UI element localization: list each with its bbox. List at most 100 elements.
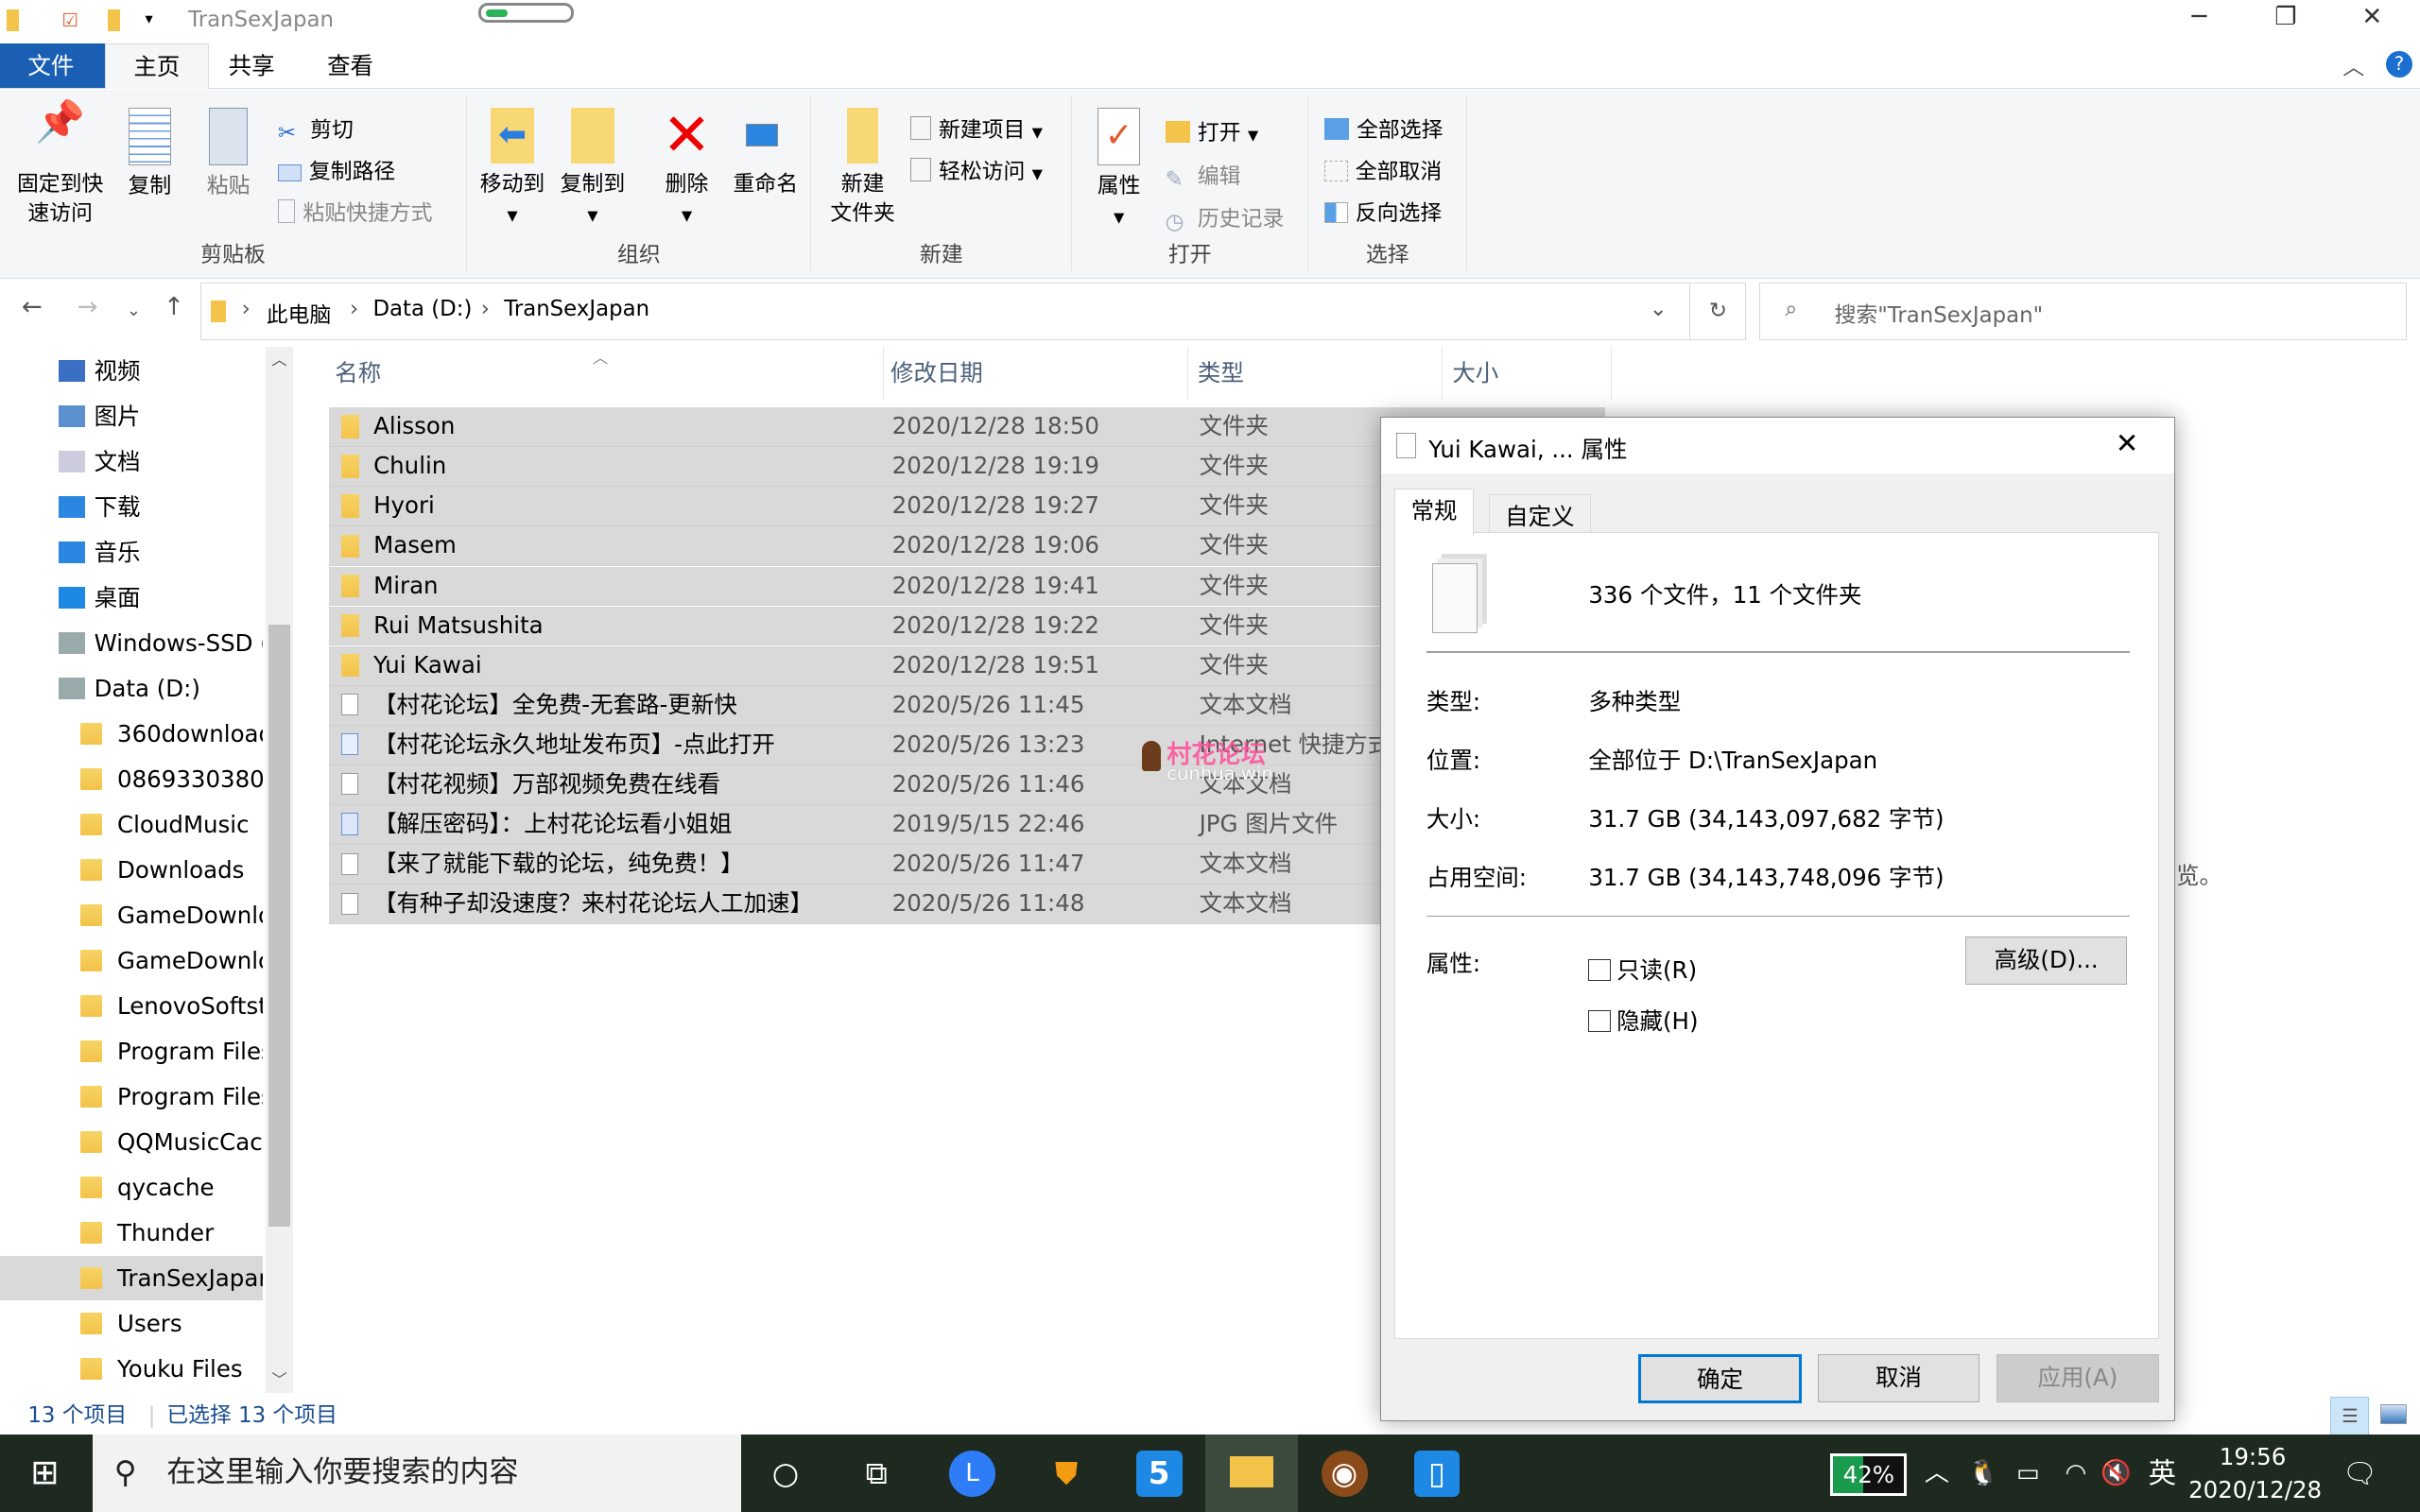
nav-item[interactable]: TranSexJapan (0, 1255, 263, 1301)
breadcrumb-data-d[interactable]: Data (D:) (372, 297, 472, 321)
nav-item[interactable]: Program Files (0, 1029, 263, 1074)
nav-item[interactable]: CloudMusic (0, 802, 263, 847)
app-blue-l-icon[interactable]: L (949, 1450, 996, 1497)
qq-penguin-icon[interactable]: 🐧 (1960, 1451, 2006, 1497)
clock-date[interactable]: 2020/12/28 (2188, 1476, 2322, 1503)
nav-item[interactable]: 音乐 (0, 530, 263, 575)
open-button[interactable]: 打开 ▼ (1165, 114, 1258, 146)
up-icon[interactable]: ↑ (164, 293, 184, 321)
address-dropdown-icon[interactable]: ⌄ (1650, 297, 1668, 321)
paste-shortcut-button[interactable]: 粘贴快捷方式 (277, 195, 432, 227)
properties-button[interactable]: ✓ 属性 ▼ (1085, 108, 1153, 232)
move-to-button[interactable]: ⬅ 移动到 ▼ (474, 108, 551, 230)
column-date[interactable]: 修改日期 (883, 347, 1188, 400)
rename-button[interactable]: 重命名 (727, 108, 804, 198)
column-size[interactable]: 大小 (1444, 347, 1613, 400)
nav-item[interactable]: Thunder (0, 1211, 263, 1255)
copy-button[interactable]: 复制 (120, 108, 179, 200)
minimize-button[interactable]: ─ (2164, 3, 2235, 31)
file-explorer-taskbar-button[interactable] (1205, 1435, 1299, 1512)
recent-locations-icon[interactable]: ⌄ (127, 301, 141, 320)
search-input[interactable]: ⌕ 搜索"TranSexJapan" (1759, 282, 2407, 340)
easy-access-button[interactable]: 轻松访问 ▼ (910, 153, 1043, 185)
collapse-ribbon-icon[interactable]: ︿ (2342, 49, 2364, 81)
nav-item[interactable]: 360downloads (0, 712, 263, 756)
tab-home[interactable]: 主页 (105, 43, 209, 90)
tab-view[interactable]: 查看 (300, 43, 402, 88)
nav-item[interactable]: Data (D:) (0, 666, 263, 711)
paste-button[interactable]: 粘贴 (198, 108, 259, 200)
column-name[interactable]: 名称 ︿ (327, 347, 884, 400)
app-5-icon[interactable]: 5 (1135, 1450, 1183, 1497)
volume-muted-icon[interactable]: 🔇 (2093, 1451, 2139, 1497)
help-icon[interactable]: ? (2386, 50, 2412, 77)
nav-scrollbar[interactable]: ︿ ﹀ (265, 347, 294, 1394)
battery-indicator[interactable]: 42% (1830, 1452, 1908, 1497)
taskbar-search[interactable]: ⚲ 在这里输入你要搜索的内容 (92, 1435, 741, 1512)
notifications-icon[interactable]: 🗨 (2337, 1451, 2383, 1497)
cancel-button[interactable]: 取消 (1817, 1353, 1980, 1402)
cortana-icon[interactable]: ○ (763, 1451, 809, 1497)
nav-item[interactable]: Program Files (0, 1074, 263, 1119)
nav-item[interactable]: 视频 (0, 349, 263, 393)
details-view-icon[interactable]: ☰ (2330, 1396, 2370, 1435)
nav-item[interactable]: 图片 (0, 394, 263, 438)
nav-item[interactable]: qycache (0, 1165, 263, 1210)
refresh-icon[interactable]: ↻ (1689, 283, 1746, 339)
select-all-button[interactable]: 全部选择 (1323, 112, 1443, 144)
customize-quick-access-icon[interactable]: ▾ (145, 9, 152, 27)
maximize-button[interactable]: ❐ (2250, 3, 2321, 31)
hidden-checkbox[interactable]: 隐藏(H) (1588, 1004, 1699, 1037)
nav-item[interactable]: QQMusicCach (0, 1120, 263, 1164)
nav-item[interactable]: 下载 (0, 485, 263, 529)
scroll-up-icon[interactable]: ︿ (271, 347, 286, 369)
invert-selection-button[interactable]: 反向选择 (1323, 195, 1442, 227)
new-folder-quick-icon[interactable] (108, 9, 121, 31)
security-shield-icon[interactable]: ⛊ (1044, 1451, 1090, 1497)
breadcrumb-this-pc[interactable]: 此电脑 (267, 297, 332, 329)
history-button[interactable]: ◷ 历史记录 (1166, 200, 1285, 234)
ime-indicator[interactable]: 英 (2139, 1451, 2186, 1497)
copy-path-button[interactable]: 复制路径 (277, 153, 395, 185)
windows-start-icon[interactable]: ⊞ (22, 1451, 68, 1497)
tab-file[interactable]: 文件 (0, 43, 105, 89)
dialog-close-button[interactable]: ✕ (2116, 427, 2139, 459)
large-icons-view-icon[interactable] (2379, 1403, 2407, 1425)
column-type[interactable]: 类型 (1190, 347, 1443, 400)
readonly-checkbox[interactable]: 只读(R) (1588, 953, 1697, 986)
nav-item[interactable]: GameDownloa (0, 893, 263, 937)
tab-share[interactable]: 共享 (200, 43, 302, 88)
nav-item[interactable]: GameDownloa (0, 938, 263, 983)
address-bar[interactable]: › 此电脑 › Data (D:) › TranSexJapan ⌄ ↻ (200, 282, 1746, 340)
edit-button[interactable]: ✎ 编辑 (1166, 158, 1241, 192)
forward-icon[interactable]: → (78, 293, 98, 321)
scroll-down-icon[interactable]: ﹀ (271, 1367, 286, 1390)
nav-item[interactable]: Windows-SSD ( (0, 621, 263, 665)
game-app-icon[interactable]: ◉ (1321, 1450, 1368, 1497)
advanced-button[interactable]: 高级(D)... (1964, 936, 2128, 986)
nav-item[interactable]: Downloads (0, 848, 263, 892)
cut-button[interactable]: ✂ 剪切 (278, 112, 354, 146)
nav-item[interactable]: 桌面 (0, 576, 263, 620)
task-view-icon[interactable]: ⧉ (854, 1451, 900, 1497)
breadcrumb-transexjapan[interactable]: TranSexJapan (504, 297, 649, 321)
nav-item[interactable]: 文档 (0, 439, 263, 484)
scroll-thumb[interactable] (268, 625, 290, 1227)
delete-button[interactable]: ✕ 删除 ▼ (653, 106, 721, 230)
new-item-button[interactable]: 新建项目 ▼ (910, 112, 1043, 144)
nav-item[interactable]: Users (0, 1301, 263, 1346)
clock-time[interactable]: 19:56 (2220, 1443, 2287, 1470)
apply-button[interactable]: 应用(A) (1996, 1353, 2159, 1402)
phone-app-icon[interactable]: ▯ (1413, 1450, 1461, 1497)
properties-quick-icon[interactable]: ☑ (61, 9, 78, 31)
ok-button[interactable]: 确定 (1638, 1353, 1802, 1403)
battery-icon[interactable]: ▭ (2005, 1451, 2051, 1497)
pin-quick-access-button[interactable]: 📌 固定到快速访问 (9, 103, 112, 228)
dialog-tab-custom[interactable]: 自定义 (1488, 494, 1591, 533)
nav-item[interactable]: 08693303807 (0, 757, 263, 801)
nav-item[interactable]: Youku Files (0, 1347, 263, 1391)
select-none-button[interactable]: 全部取消 (1323, 153, 1442, 185)
new-folder-button[interactable]: 新建 文件夹 (821, 108, 905, 228)
back-icon[interactable]: ← (22, 293, 43, 321)
dialog-tab-general[interactable]: 常规 (1394, 488, 1474, 536)
